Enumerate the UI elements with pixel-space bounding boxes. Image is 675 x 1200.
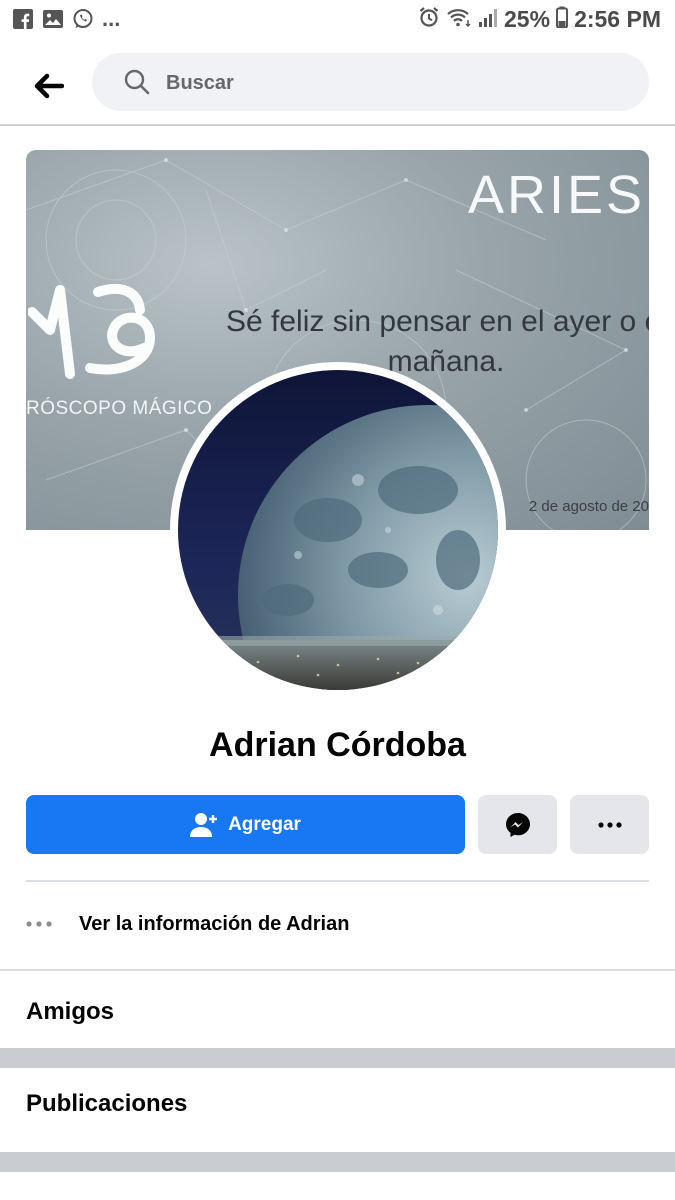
- capricorn-symbol-icon: [28, 283, 156, 379]
- divider: [26, 880, 649, 882]
- status-left: ...: [12, 8, 120, 30]
- cover-quote-line-1: Sé feliz sin pensar en el ayer o el: [226, 305, 649, 338]
- wifi-icon: [446, 6, 472, 33]
- more-notifications: ...: [102, 6, 121, 31]
- signal-icon: [478, 6, 498, 33]
- posts-section-title[interactable]: Publicaciones: [26, 1090, 187, 1118]
- more-options-button[interactable]: [570, 795, 649, 854]
- see-info-link[interactable]: Ver la información de Adrian: [26, 896, 649, 952]
- search-bar[interactable]: [92, 53, 649, 113]
- divider: [0, 969, 675, 971]
- section-separator: [0, 1152, 675, 1172]
- cover-date: 2 de agosto de 20: [528, 498, 649, 515]
- section-separator: [0, 1048, 675, 1068]
- profile-avatar[interactable]: [170, 362, 506, 698]
- alarm-icon: [418, 6, 440, 33]
- battery-percent: 25%: [504, 6, 551, 32]
- cover-title: ARIES: [467, 165, 645, 225]
- battery-icon: [556, 6, 569, 33]
- avatar-image: [178, 370, 498, 690]
- back-button[interactable]: [28, 66, 68, 106]
- search-icon: [124, 69, 150, 95]
- gallery-icon: [42, 8, 64, 30]
- cover-brand: RÓSCOPO MÁGICO: [26, 398, 213, 419]
- info-dots-icon: [26, 921, 79, 927]
- add-friend-icon: [190, 812, 218, 837]
- messenger-button[interactable]: [478, 795, 557, 854]
- friends-section-title[interactable]: Amigos: [26, 998, 114, 1026]
- clock: 2:56 PM: [574, 6, 661, 32]
- search-input[interactable]: [164, 53, 608, 113]
- status-right: 25% 2:56 PM: [418, 6, 661, 33]
- more-dots-icon: [597, 821, 622, 828]
- back-arrow-icon: [34, 73, 64, 99]
- whatsapp-icon: [72, 8, 94, 30]
- add-friend-button[interactable]: Agregar: [26, 795, 465, 854]
- messenger-icon: [505, 812, 530, 837]
- see-info-label: Ver la información de Adrian: [79, 912, 350, 935]
- facebook-icon: [12, 8, 34, 30]
- add-friend-label: Agregar: [228, 813, 301, 835]
- top-bar: [0, 48, 675, 126]
- profile-name: Adrian Córdoba: [209, 726, 466, 764]
- moon-image: [178, 370, 498, 690]
- status-bar: ... 25% 2:56 PM: [0, 0, 675, 40]
